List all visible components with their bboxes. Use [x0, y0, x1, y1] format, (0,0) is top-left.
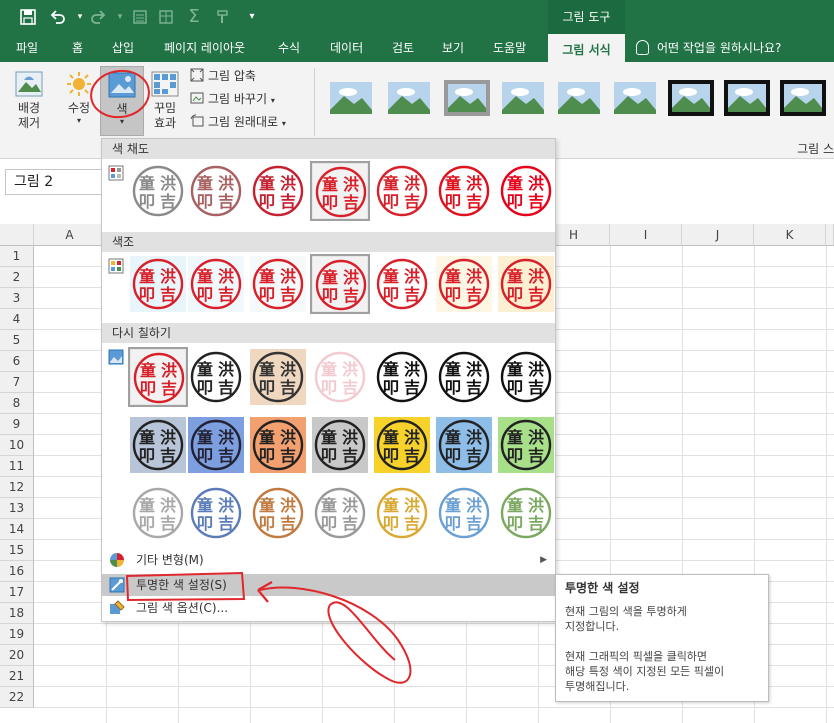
excel-window: { "quick_access": { "icons": ["save-icon…	[0, 0, 834, 723]
annotation-circle	[90, 69, 150, 119]
annotation-arrow-head	[257, 581, 273, 603]
hand-drawn-annotations	[90, 69, 412, 684]
annotation-arrow-stroke	[259, 586, 412, 684]
annotation-box	[125, 571, 246, 602]
